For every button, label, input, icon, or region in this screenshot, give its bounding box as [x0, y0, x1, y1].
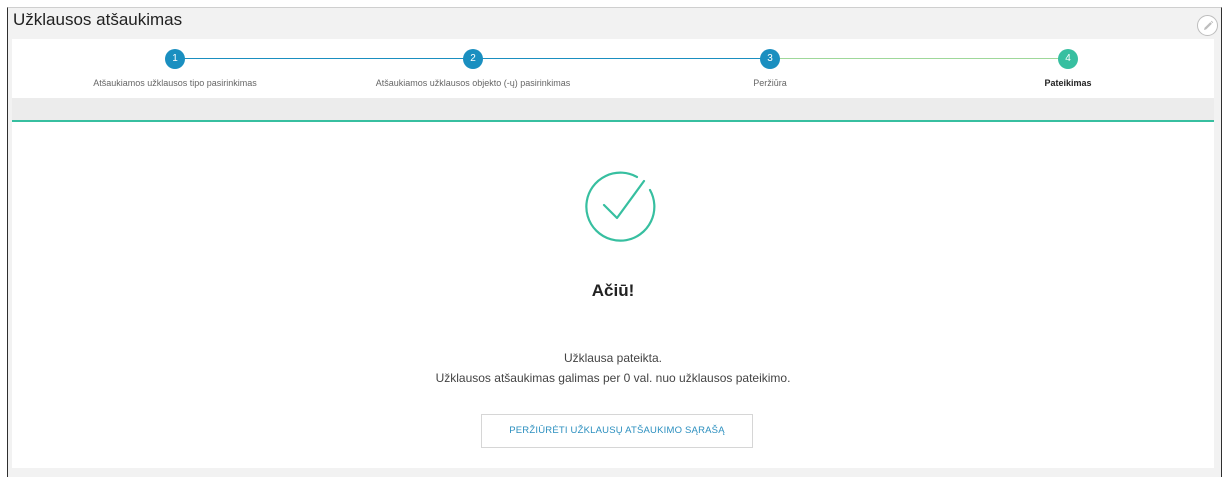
- step-1-indicator[interactable]: 1: [165, 49, 185, 69]
- step-3-indicator[interactable]: 3: [760, 49, 780, 69]
- step-4-indicator[interactable]: 4: [1058, 49, 1078, 69]
- step-2-label[interactable]: Atšaukiamos užklausos objekto (-ų) pasir…: [313, 78, 633, 88]
- step-1-label[interactable]: Atšaukiamos užklausos tipo pasirinkimas: [15, 78, 335, 88]
- pencil-icon: [1204, 20, 1214, 30]
- step-connector-2-3: [473, 58, 770, 59]
- section-divider-band: [12, 98, 1214, 120]
- progress-stepper: 1 2 3 4 Atšaukiamos užklausos tipo pasir…: [12, 39, 1214, 98]
- step-4-label[interactable]: Pateikimas: [908, 78, 1221, 88]
- step-connector-1-2: [175, 58, 473, 59]
- panel-header: Užklausos atšaukimas: [8, 8, 1221, 39]
- success-content: Ačiū! Užklausa pateikta. Užklausos atšau…: [12, 120, 1214, 468]
- check-circle-icon: [585, 171, 656, 242]
- step-2-indicator[interactable]: 2: [463, 49, 483, 69]
- step-connector-3-4: [770, 58, 1068, 59]
- edit-button[interactable]: [1197, 15, 1218, 36]
- step-3-label[interactable]: Peržiūra: [610, 78, 930, 88]
- success-message-line-1: Užklausa pateikta.: [563, 351, 663, 365]
- page-title: Užklausos atšaukimas: [13, 10, 183, 29]
- request-cancel-panel: Užklausos atšaukimas 1 2 3 4 Atšaukiamos…: [7, 7, 1222, 477]
- success-message-line-2: Užklausos atšaukimas galimas per 0 val. …: [435, 371, 791, 385]
- view-cancel-list-button[interactable]: PERŽIŪRĖTI UŽKLAUSŲ ATŠAUKIMO SĄRAŠĄ: [481, 414, 753, 448]
- success-heading: Ačiū!: [591, 281, 635, 300]
